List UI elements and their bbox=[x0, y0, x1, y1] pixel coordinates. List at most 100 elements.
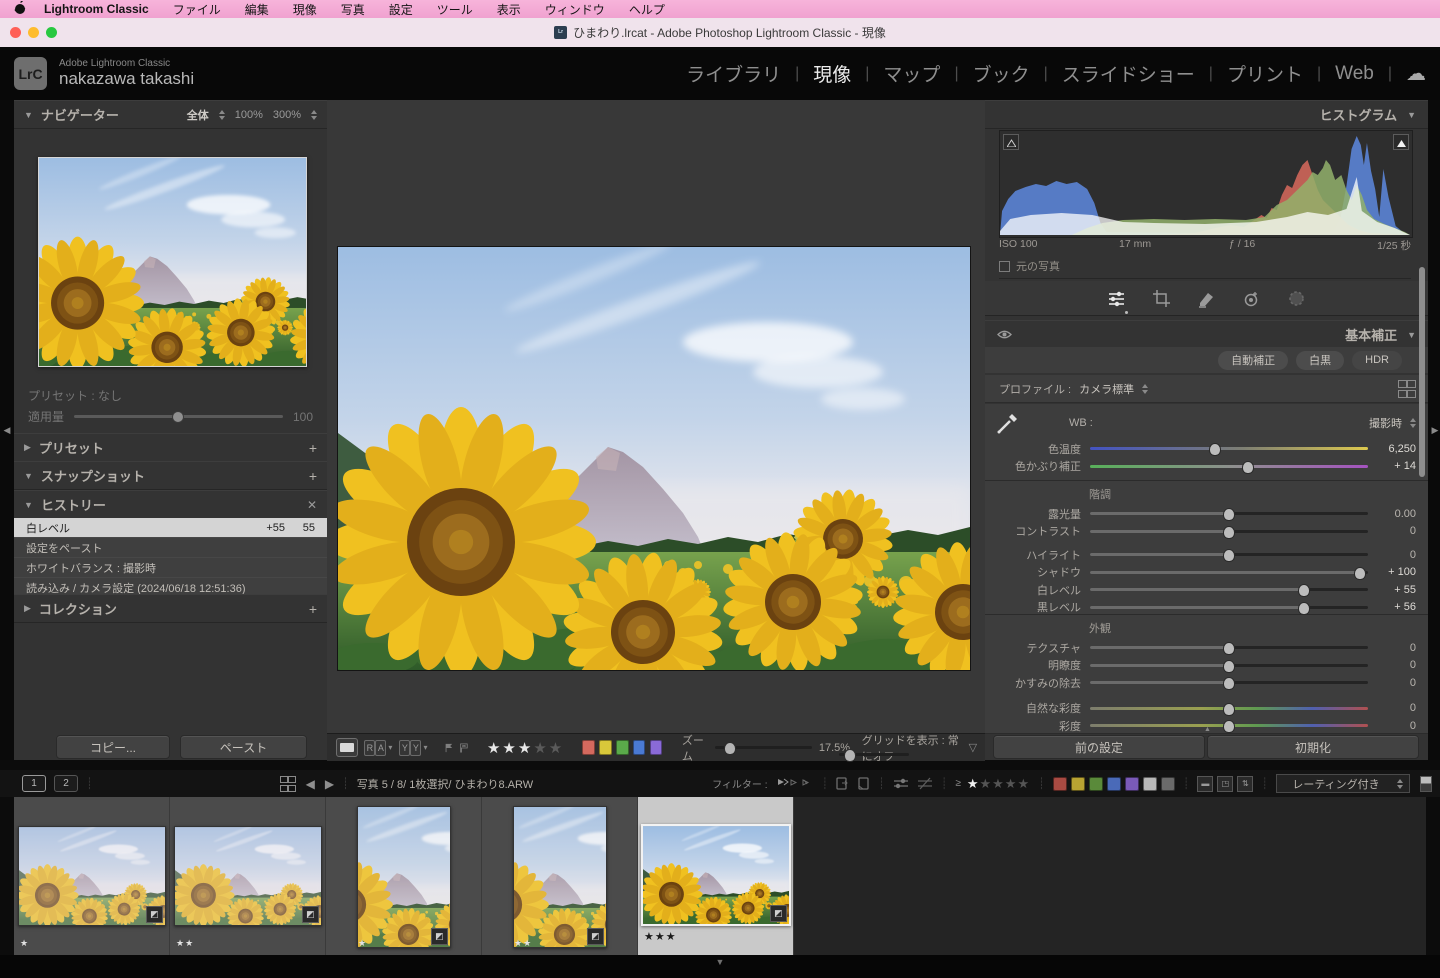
wb-spinner-icon[interactable] bbox=[1410, 418, 1416, 428]
snapshots-section-header[interactable]: ▼ スナップショット + bbox=[14, 461, 327, 490]
grid-view-icon[interactable] bbox=[280, 776, 294, 792]
module-web[interactable]: Web bbox=[1335, 63, 1374, 85]
previous-settings-button[interactable]: 前の設定 bbox=[993, 735, 1205, 759]
menubar-app-name[interactable]: Lightroom Classic bbox=[44, 2, 149, 16]
shadow-clipping-indicator-icon[interactable] bbox=[1003, 134, 1019, 150]
edited-badge-icon[interactable]: ◩ bbox=[302, 906, 319, 923]
navigator-header[interactable]: ▼ ナビゲーター 全体 100% 300% bbox=[14, 100, 327, 129]
red-eye-tool-icon[interactable] bbox=[1242, 289, 1261, 308]
wb-value[interactable]: 撮影時 bbox=[1369, 415, 1402, 431]
profile-browser-icon[interactable] bbox=[1398, 380, 1414, 398]
thumb-rating[interactable]: ★★ bbox=[176, 938, 194, 949]
rating-ge-symbol[interactable]: ≥ bbox=[955, 778, 961, 789]
add-collection-icon[interactable]: + bbox=[309, 601, 317, 617]
shadows-slider[interactable] bbox=[1090, 571, 1368, 574]
highlights-slider[interactable] bbox=[1090, 553, 1368, 556]
main-window-button[interactable]: 1 bbox=[22, 775, 46, 792]
pick-flag-icon[interactable] bbox=[444, 742, 454, 754]
zoom-window-button[interactable] bbox=[46, 27, 57, 38]
nav-zoom-spinner-icon[interactable] bbox=[311, 110, 317, 120]
thumb-rating[interactable]: ★★ bbox=[514, 938, 532, 949]
history-section-header[interactable]: ▼ ヒストリー ✕ bbox=[14, 490, 327, 519]
module-slideshow[interactable]: スライドショー bbox=[1062, 60, 1195, 87]
cloud-sync-icon[interactable]: ☁ bbox=[1406, 61, 1426, 86]
filter-unflagged-icon[interactable] bbox=[789, 778, 801, 790]
profile-value[interactable]: カメラ標準 bbox=[1079, 381, 1134, 397]
menu-edit[interactable]: 編集 bbox=[245, 1, 269, 18]
black-white-button[interactable]: 白黒 bbox=[1296, 351, 1344, 370]
filmstrip-thumb-1[interactable]: ◩ ★ bbox=[14, 797, 170, 955]
module-map[interactable]: マップ bbox=[883, 60, 940, 87]
menu-develop[interactable]: 現像 bbox=[293, 1, 317, 18]
add-preset-icon[interactable]: + bbox=[309, 440, 317, 456]
toolbar-options-dropdown-icon[interactable]: ▽ bbox=[969, 741, 977, 754]
filter-virtual-copy-icon[interactable] bbox=[857, 777, 870, 790]
wb-eyedropper-icon[interactable] bbox=[995, 410, 1021, 436]
reference-view-dropdown-icon[interactable]: ▾ bbox=[388, 743, 392, 752]
grid-overlay-slider[interactable] bbox=[839, 753, 909, 756]
module-develop[interactable]: 現像 bbox=[813, 60, 851, 87]
original-checkbox[interactable] bbox=[999, 261, 1010, 272]
history-item[interactable]: ホワイトバランス : 撮影時 bbox=[14, 558, 327, 578]
edited-badge-icon[interactable]: ◩ bbox=[146, 906, 163, 923]
panel-enable-eye-icon[interactable] bbox=[997, 329, 1012, 340]
close-window-button[interactable] bbox=[10, 27, 21, 38]
reference-view-after-button[interactable]: A bbox=[375, 740, 386, 756]
filter-unedited-icon[interactable] bbox=[917, 777, 933, 790]
color-label-yellow[interactable] bbox=[599, 740, 612, 755]
color-label-green[interactable] bbox=[616, 740, 629, 755]
clear-history-icon[interactable]: ✕ bbox=[307, 498, 317, 512]
auto-tone-button[interactable]: 自動補正 bbox=[1218, 351, 1288, 370]
filmstrip-info[interactable]: 写真 5 / 8/ 1枚選択/ ひまわり8.ARW bbox=[357, 776, 533, 792]
edited-badge-icon[interactable]: ◩ bbox=[587, 928, 604, 945]
texture-slider[interactable] bbox=[1090, 646, 1368, 649]
temp-slider[interactable] bbox=[1090, 447, 1368, 450]
blacks-slider[interactable] bbox=[1090, 606, 1368, 609]
color-label-blue[interactable] bbox=[633, 740, 646, 755]
loupe-view-button[interactable] bbox=[336, 738, 358, 757]
edited-badge-icon[interactable]: ◩ bbox=[770, 905, 787, 922]
reset-button[interactable]: 初期化 bbox=[1207, 735, 1419, 759]
contrast-slider[interactable] bbox=[1090, 530, 1368, 533]
module-library[interactable]: ライブラリ bbox=[686, 60, 781, 87]
filmstrip-hide-arrow-icon[interactable]: ▼ bbox=[716, 957, 725, 967]
amount-slider[interactable] bbox=[74, 415, 283, 418]
masking-tool-icon[interactable] bbox=[1287, 289, 1306, 308]
histogram-header[interactable]: ヒストグラム ▼ bbox=[985, 100, 1428, 129]
filter-rejected-icon[interactable] bbox=[801, 778, 813, 790]
nav-zoom-300[interactable]: 300% bbox=[273, 109, 301, 121]
right-panel-collapse-arrow[interactable]: ▶ bbox=[1428, 100, 1440, 760]
main-photo[interactable] bbox=[337, 246, 971, 671]
menu-window[interactable]: ウィンドウ bbox=[545, 1, 605, 18]
filmstrip-thumb-4[interactable]: ◩ ★★ bbox=[482, 797, 638, 955]
filter-color-darkgray[interactable] bbox=[1161, 777, 1175, 791]
previous-photo-arrow-icon[interactable]: ◀ bbox=[306, 777, 315, 791]
nav-zoom-100[interactable]: 100% bbox=[235, 109, 263, 121]
filter-edited-icon[interactable] bbox=[893, 777, 909, 790]
filter-rating-stars[interactable]: ★★★★★ bbox=[967, 776, 1030, 792]
profile-spinner-icon[interactable] bbox=[1142, 384, 1148, 394]
thumb-rating[interactable]: ★★★ bbox=[644, 930, 677, 943]
filter-preset-dropdown[interactable]: レーティング付き bbox=[1276, 774, 1410, 793]
filter-view-labeled-icon[interactable]: ◳ bbox=[1217, 776, 1233, 792]
collections-section-header[interactable]: ▶ コレクション + bbox=[14, 594, 327, 623]
grid-overlay-label[interactable]: グリッドを表示 : 常にオフ bbox=[862, 732, 969, 764]
add-snapshot-icon[interactable]: + bbox=[309, 468, 317, 484]
dehaze-slider[interactable] bbox=[1090, 681, 1368, 684]
filter-color-red[interactable] bbox=[1053, 777, 1067, 791]
menu-tools[interactable]: ツール bbox=[437, 1, 473, 18]
menu-help[interactable]: ヘルプ bbox=[629, 1, 665, 18]
paste-button[interactable]: ペースト bbox=[180, 735, 307, 759]
hdr-button[interactable]: HDR bbox=[1352, 351, 1402, 370]
panel-scrollbar[interactable] bbox=[1419, 267, 1425, 477]
reference-view-before-button[interactable]: R bbox=[364, 740, 375, 756]
filter-color-lightgray[interactable] bbox=[1143, 777, 1157, 791]
highlight-clipping-indicator-icon[interactable] bbox=[1393, 134, 1409, 150]
color-label-red[interactable] bbox=[582, 740, 595, 755]
nav-fit-spinner-icon[interactable] bbox=[219, 110, 225, 120]
filter-view-sort-icon[interactable]: ⇅ bbox=[1237, 776, 1253, 792]
exposure-slider[interactable] bbox=[1090, 512, 1368, 515]
left-panel-collapse-arrow[interactable]: ◀ bbox=[0, 100, 14, 760]
next-photo-arrow-icon[interactable]: ▶ bbox=[325, 777, 334, 791]
menu-photo[interactable]: 写真 bbox=[341, 1, 365, 18]
